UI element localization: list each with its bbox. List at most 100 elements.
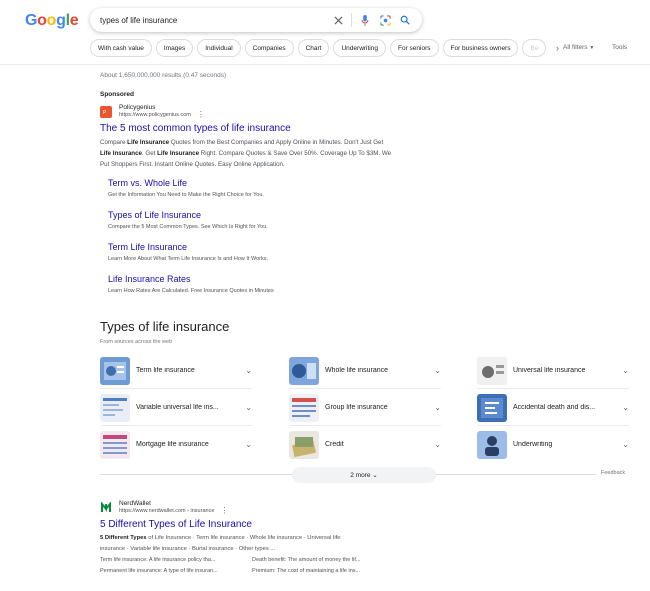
result-site-name: NerdWallet xyxy=(119,500,151,507)
sitelink-title[interactable]: Types of Life Insurance xyxy=(108,210,268,220)
desc-text: Quotes from the Best Companies and Apply… xyxy=(169,139,384,146)
snippet-pair[interactable]: Premium: The cost of maintaining a life … xyxy=(252,568,360,574)
snippet-text: insurance · Variable life insurance · Bu… xyxy=(100,546,276,552)
show-more-label: 2 more xyxy=(350,471,371,479)
chip-companies[interactable]: Companies xyxy=(244,39,294,57)
desc-text: . Get xyxy=(141,150,158,157)
search-box[interactable]: types of life insurance xyxy=(90,8,422,32)
sitelink-title[interactable]: Term vs. Whole Life xyxy=(108,178,264,188)
tools-button[interactable]: Tools xyxy=(612,44,627,51)
search-icon[interactable] xyxy=(398,13,412,27)
type-tile[interactable]: Group life insurance ⌄ xyxy=(289,391,441,424)
type-tile[interactable]: Accidental death and dis... ⌄ xyxy=(477,391,629,424)
chevron-down-icon: ⌄ xyxy=(622,440,629,449)
header-divider xyxy=(0,64,650,65)
tile-divider xyxy=(477,425,629,426)
ad-site-header[interactable]: P Policygenius https://www.policygenius.… xyxy=(100,104,205,119)
ad-site-name: Policygenius xyxy=(119,104,156,111)
term-life-thumbnail xyxy=(100,356,130,385)
desc-bold: Life Insurance xyxy=(127,139,170,146)
filter-chips: With cash value Images Individual Compan… xyxy=(90,39,564,57)
desc-text: Compare xyxy=(100,139,128,146)
types-section-subtitle: From sources across the web xyxy=(100,339,173,345)
type-tile[interactable]: Mortgage life insurance ⌄ xyxy=(100,428,252,461)
svg-text:P: P xyxy=(103,110,107,116)
chevron-down-icon: ⌄ xyxy=(622,366,629,375)
logo-letter: o xyxy=(37,12,47,29)
sitelink-title[interactable]: Term Life Insurance xyxy=(108,242,268,252)
more-options-icon[interactable]: ⋮ xyxy=(220,506,228,515)
caret-down-icon: ▼ xyxy=(589,45,595,51)
chip-partial[interactable]: Be xyxy=(522,39,547,57)
chip-with-cash-value[interactable]: With cash value xyxy=(90,39,152,57)
chevron-down-icon: ⌄ xyxy=(245,403,252,412)
nerdwallet-favicon xyxy=(100,501,112,514)
clear-icon[interactable] xyxy=(331,13,345,27)
ad-site-url: https://www.policygenius.com xyxy=(119,112,191,118)
chevron-down-icon: ⌄ xyxy=(434,403,441,412)
microphone-icon[interactable] xyxy=(358,13,372,27)
chip-chart[interactable]: Chart xyxy=(297,39,330,57)
search-input[interactable]: types of life insurance xyxy=(100,16,325,25)
tile-divider xyxy=(289,388,441,389)
type-label: Term life insurance xyxy=(136,367,195,374)
sitelink: Life Insurance Rates Learn How Rates Are… xyxy=(108,274,274,294)
chip-underwriting[interactable]: Underwriting xyxy=(333,39,386,57)
types-section-title: Types of life insurance xyxy=(100,319,230,334)
policygenius-favicon: P xyxy=(100,105,112,118)
chevron-down-icon: ⌄ xyxy=(622,403,629,412)
sitelink-desc: Get the Information You Need to Make the… xyxy=(108,192,264,198)
more-options-icon[interactable]: ⋮ xyxy=(197,110,205,119)
type-tile[interactable]: Whole life insurance ⌄ xyxy=(289,354,441,387)
result-site-url: https://www.nerdwallet.com › insurance xyxy=(119,508,215,514)
type-label: Whole life insurance xyxy=(325,367,389,374)
logo-letter: o xyxy=(46,12,57,29)
result-snippet: 5 Different Types of Life Insurance · Te… xyxy=(100,533,390,555)
sitelink-desc: Learn How Rates Are Calculated. Free Ins… xyxy=(108,288,274,294)
tile-divider xyxy=(477,388,629,389)
chip-for-seniors[interactable]: For seniors xyxy=(389,39,439,57)
snippet-pair[interactable]: Death benefit: The amount of money the l… xyxy=(252,557,360,563)
chevron-down-icon: ⌄ xyxy=(434,366,441,375)
logo-letter: G xyxy=(25,12,38,29)
result-site-header[interactable]: NerdWallet https://www.nerdwallet.com › … xyxy=(100,500,228,515)
feedback-link[interactable]: Feedback xyxy=(601,470,625,476)
result-title-link[interactable]: 5 Different Types of Life Insurance xyxy=(100,519,252,530)
snippet-text: of Life Insurance · Term life insurance … xyxy=(146,535,341,541)
underwriting-thumbnail xyxy=(477,430,507,459)
snippet-pair[interactable]: Permanent life insurance: A type of life… xyxy=(100,568,218,574)
accidental-death-thumbnail xyxy=(477,393,507,422)
sitelink: Term Life Insurance Learn More About Wha… xyxy=(108,242,268,262)
type-label: Mortgage life insurance xyxy=(136,441,209,448)
tile-divider xyxy=(100,388,252,389)
type-tile[interactable]: Universal life insurance ⌄ xyxy=(477,354,629,387)
logo-letter: g xyxy=(56,12,66,29)
snippet-pair[interactable]: Term life insurance: A life insurance po… xyxy=(100,557,216,563)
sponsored-label: Sponsored xyxy=(100,91,134,98)
universal-life-thumbnail xyxy=(477,356,507,385)
google-logo[interactable]: Google xyxy=(25,12,79,30)
all-filters-button[interactable]: All filters ▼ xyxy=(563,44,594,51)
all-filters-label: All filters xyxy=(563,44,588,51)
group-life-thumbnail xyxy=(289,393,319,422)
show-more-button[interactable]: 2 more ⌄ xyxy=(292,467,436,483)
type-tile[interactable]: Credit ⌄ xyxy=(289,428,441,461)
type-label: Universal life insurance xyxy=(513,367,586,374)
type-label: Group life insurance xyxy=(325,404,388,411)
chip-images[interactable]: Images xyxy=(155,39,194,57)
type-tile[interactable]: Variable universal life ins... ⌄ xyxy=(100,391,252,424)
ad-title-link[interactable]: The 5 most common types of life insuranc… xyxy=(100,123,291,134)
variable-universal-thumbnail xyxy=(100,393,130,422)
logo-letter: e xyxy=(69,12,79,29)
sitelink: Types of Life Insurance Compare the 5 Mo… xyxy=(108,210,268,230)
tile-divider xyxy=(100,425,252,426)
snippet-bold: 5 Different Types xyxy=(100,535,147,541)
chip-individual[interactable]: Individual xyxy=(197,39,241,57)
sitelink-title[interactable]: Life Insurance Rates xyxy=(108,274,274,284)
ad-description: Compare Life Insurance Quotes from the B… xyxy=(100,137,395,170)
type-tile[interactable]: Term life insurance ⌄ xyxy=(100,354,252,387)
chip-for-business-owners[interactable]: For business owners xyxy=(442,39,519,57)
type-tile[interactable]: Underwriting ⌄ xyxy=(477,428,629,461)
type-label: Accidental death and dis... xyxy=(513,404,596,411)
lens-icon[interactable] xyxy=(378,13,392,27)
